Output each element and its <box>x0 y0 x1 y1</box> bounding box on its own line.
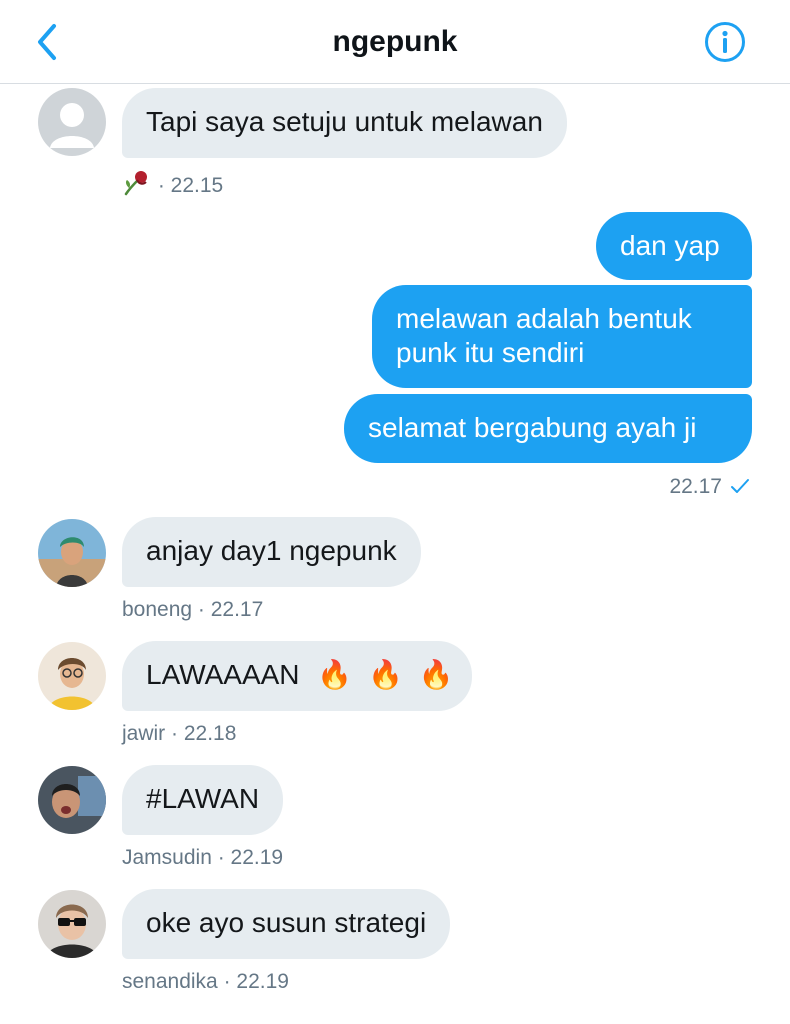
conversation-header: ngepunk <box>0 0 790 84</box>
message-sender-time: senandika · 22.19 <box>122 970 289 993</box>
fire-emoji: 🔥 <box>317 659 353 690</box>
message-text: selamat bergabung ayah ji <box>368 412 697 443</box>
message-sender-time: boneng · 22.17 <box>122 598 264 621</box>
message-bubble[interactable]: melawan adalah bentuk punk itu sendiri <box>372 285 752 388</box>
user-photo-senandika <box>38 890 106 958</box>
message-text-line: melawan adalah bentuk <box>396 303 692 334</box>
message-meta: 22.17 <box>669 474 750 502</box>
user-photo-jawir <box>38 642 106 710</box>
message-meta: jawir · 22.18 <box>122 721 236 747</box>
message-text: #LAWAN <box>146 783 260 814</box>
message-sender-time: jawir · 22.18 <box>122 722 237 745</box>
message-text: LAWAAAAN <box>146 659 300 690</box>
message-text-line: punk itu sendiri <box>396 337 585 368</box>
message-time: 22.17 <box>669 475 722 498</box>
default-avatar-icon <box>38 88 106 156</box>
info-icon <box>705 22 745 62</box>
message-bubble[interactable]: selamat bergabung ayah ji <box>344 394 752 463</box>
info-button[interactable] <box>704 21 746 63</box>
message-text: oke ayo susun strategi <box>146 907 427 938</box>
fire-emoji: 🔥 <box>418 659 454 690</box>
message-bubble[interactable]: oke ayo susun strategi <box>122 889 451 959</box>
message-time: · 22.15 <box>157 174 224 197</box>
user-photo-jamsudin <box>38 766 106 834</box>
avatar[interactable] <box>38 519 106 587</box>
message-bubble[interactable]: anjay day1 ngepunk <box>122 517 421 587</box>
conversation-title: ngepunk <box>332 25 458 58</box>
message-text: anjay day1 ngepunk <box>146 535 397 566</box>
message-text: Tapi saya setuju untuk melawan <box>146 106 543 137</box>
message-meta: senandika · 22.19 <box>122 969 289 995</box>
message-bubble[interactable]: dan yap <box>596 212 752 280</box>
message-bubble[interactable]: #LAWAN <box>122 765 284 835</box>
avatar[interactable] <box>38 88 106 156</box>
avatar[interactable] <box>38 766 106 834</box>
message-bubble[interactable]: LAWAAAAN 🔥 🔥 🔥 <box>122 641 472 711</box>
message-bubble[interactable]: Tapi saya setuju untuk melawan <box>122 88 567 158</box>
wilted-rose-emoji <box>122 168 152 203</box>
message-meta: · 22.15 <box>122 168 223 203</box>
avatar[interactable] <box>38 642 106 710</box>
fire-emoji: 🔥 <box>367 659 403 690</box>
check-icon <box>730 476 750 502</box>
user-photo-boneng <box>38 519 106 587</box>
message-meta: Jamsudin · 22.19 <box>122 845 283 871</box>
message-text: dan yap <box>620 230 720 261</box>
message-sender-time: Jamsudin · 22.19 <box>122 846 284 869</box>
avatar[interactable] <box>38 890 106 958</box>
message-meta: boneng · 22.17 <box>122 597 263 623</box>
